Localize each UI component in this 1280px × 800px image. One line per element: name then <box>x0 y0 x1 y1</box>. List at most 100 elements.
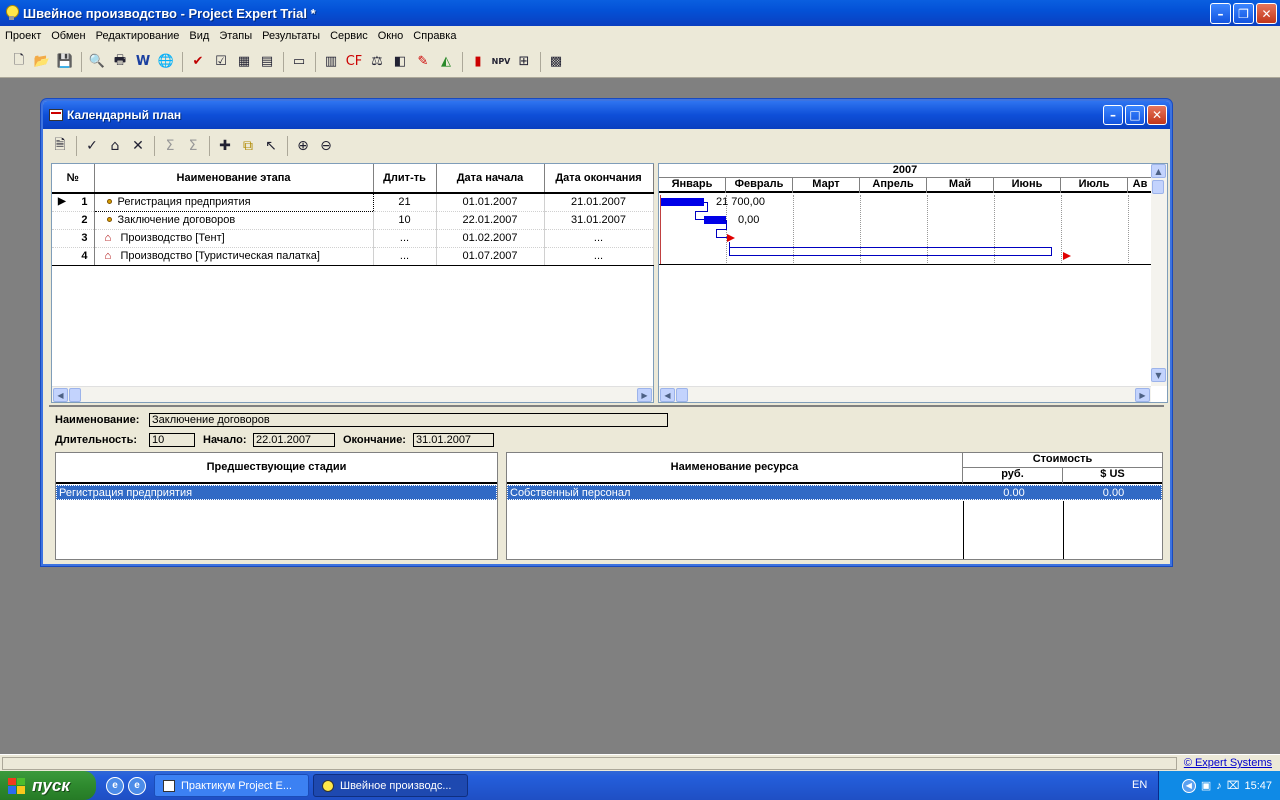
milestone-arrow-icon[interactable] <box>1063 252 1071 260</box>
link-stages-icon[interactable]: ⧉ <box>237 135 259 157</box>
end-date-cell[interactable]: 31.01.2007 <box>544 211 654 230</box>
clock[interactable]: 15:47 <box>1244 780 1272 792</box>
volume-icon[interactable]: ♪ <box>1216 780 1222 792</box>
resource-name-cell[interactable]: Собственный персонал <box>510 486 630 500</box>
pointer-icon[interactable]: ↖ <box>260 135 282 157</box>
analysis-icon[interactable]: ⊞ <box>513 51 535 73</box>
zoom-out-icon[interactable]: ⊖ <box>315 135 337 157</box>
sum-left-icon[interactable]: Σ <box>159 135 181 157</box>
start-date-cell[interactable]: 01.02.2007 <box>436 229 545 248</box>
restore-button[interactable]: ❐ <box>1233 3 1254 24</box>
stage-name-cell[interactable]: Заключение договоров <box>94 211 374 230</box>
scroll-thumb[interactable] <box>676 388 688 402</box>
scroll-down-icon[interactable]: ▼ <box>1151 368 1166 382</box>
menu-service[interactable]: Сервис <box>325 30 373 42</box>
calendar-plan-icon[interactable]: ▦ <box>233 51 255 73</box>
gantt-horizontal-scrollbar[interactable]: ◀ ▶ <box>659 386 1151 402</box>
menu-exchange[interactable]: Обмен <box>46 30 90 42</box>
chart-doc-icon[interactable]: ◧ <box>389 51 411 73</box>
table-icon[interactable]: ▭ <box>288 51 310 73</box>
duration-cell[interactable]: 10 <box>373 211 437 230</box>
accept-check-icon[interactable]: ✓ <box>81 135 103 157</box>
duration-field[interactable]: 10 <box>149 433 195 447</box>
internet-explorer-icon[interactable]: e <box>106 776 124 795</box>
table-row[interactable]: 4 ⌂ Производство [Туристическая палатка] … <box>52 247 654 266</box>
cash-flow-icon[interactable]: CF <box>343 51 365 73</box>
notes-icon[interactable]: ▤ <box>256 51 278 73</box>
print-icon[interactable]: 🖶 <box>109 51 131 73</box>
duration-cell[interactable]: ... <box>373 229 437 248</box>
menu-results[interactable]: Результаты <box>257 30 325 42</box>
resources-table[interactable]: Наименование ресурса Стоимость руб. $ US… <box>506 452 1163 560</box>
col-number-header[interactable]: № <box>52 164 95 194</box>
menu-window[interactable]: Окно <box>373 30 409 42</box>
save-icon[interactable]: 💾 <box>54 51 76 73</box>
duration-cell[interactable]: 21 <box>373 193 437 212</box>
menu-view[interactable]: Вид <box>184 30 214 42</box>
end-field[interactable]: 31.01.2007 <box>413 433 494 447</box>
print-preview-icon[interactable]: 🔍 <box>86 51 108 73</box>
taskbar-item-word[interactable]: Практикум Project E... <box>154 774 309 797</box>
child-minimize-button[interactable]: – <box>1103 105 1123 125</box>
child-close-button[interactable]: ✕ <box>1147 105 1167 125</box>
calculator-icon[interactable]: ▩ <box>545 51 567 73</box>
tray-expand-icon[interactable]: ◀ <box>1181 778 1196 793</box>
scroll-up-icon[interactable]: ▲ <box>1151 164 1166 178</box>
edit-doc-icon[interactable]: 🗎 <box>49 135 71 157</box>
duration-cell[interactable]: ... <box>373 247 437 266</box>
menu-edit[interactable]: Редактирование <box>91 30 185 42</box>
table-row[interactable]: 3 ⌂ Производство [Тент] ... 01.02.2007 ..… <box>52 229 654 248</box>
start-date-cell[interactable]: 22.01.2007 <box>436 211 545 230</box>
list-item[interactable]: Регистрация предприятия <box>56 485 497 500</box>
start-date-cell[interactable]: 01.01.2007 <box>436 193 545 212</box>
stage-name-cell[interactable]: ⌂ Производство [Туристическая палатка] <box>94 247 374 266</box>
checkmark-icon[interactable]: ✔ <box>187 51 209 73</box>
col-name-header[interactable]: Наименование этапа <box>94 164 374 194</box>
end-date-cell[interactable]: ... <box>544 247 654 266</box>
gantt-vertical-scrollbar[interactable]: ▲ ▼ <box>1151 164 1167 386</box>
rub-cell[interactable]: 0.00 <box>964 486 1064 500</box>
zoom-in-icon[interactable]: ⊕ <box>292 135 314 157</box>
col-end-header[interactable]: Дата окончания <box>544 164 654 194</box>
scroll-thumb[interactable] <box>1152 180 1164 194</box>
name-field[interactable]: Заключение договоров <box>149 413 668 427</box>
end-date-cell[interactable]: 21.01.2007 <box>544 193 654 212</box>
pencil-chart-icon[interactable]: ✎ <box>412 51 434 73</box>
ie-secondary-icon[interactable]: e <box>128 776 146 795</box>
scroll-left-icon[interactable]: ◀ <box>660 388 675 402</box>
col-duration-header[interactable]: Длит-ть <box>373 164 437 194</box>
scroll-right-icon[interactable]: ▶ <box>1135 388 1150 402</box>
scroll-thumb[interactable] <box>69 388 81 402</box>
app-title-bar[interactable]: Швейное производство - Project Expert Tr… <box>0 0 1280 26</box>
end-date-cell[interactable]: ... <box>544 229 654 248</box>
stage-name-cell[interactable]: ⌂ Производство [Тент] <box>94 229 374 248</box>
expert-systems-link[interactable]: © Expert Systems <box>1184 757 1272 769</box>
npv-pi-icon[interactable]: NPV <box>490 51 512 73</box>
area-chart-icon[interactable]: ◭ <box>435 51 457 73</box>
menu-project[interactable]: Проект <box>0 30 46 42</box>
start-button[interactable]: пуск <box>0 771 96 800</box>
menu-stages[interactable]: Этапы <box>214 30 257 42</box>
grid-horizontal-scrollbar[interactable]: ◀ ▶ <box>52 386 653 402</box>
safe-remove-icon[interactable]: ⌧ <box>1227 779 1240 792</box>
stage-name-cell[interactable]: Регистрация предприятия <box>93 192 374 212</box>
report-icon[interactable]: ▥ <box>320 51 342 73</box>
milestone-arrow-icon[interactable] <box>727 234 735 242</box>
scroll-right-icon[interactable]: ▶ <box>637 388 652 402</box>
predecessors-list[interactable]: Предшествующие стадии Регистрация предпр… <box>55 452 498 560</box>
bar-chart-icon[interactable]: ▮ <box>467 51 489 73</box>
web-export-icon[interactable]: 🌐 <box>155 51 177 73</box>
stage-bar-1[interactable] <box>661 198 704 206</box>
scroll-left-icon[interactable]: ◀ <box>53 388 68 402</box>
child-maximize-button[interactable]: □ <box>1125 105 1145 125</box>
add-stage-icon[interactable]: ✚ <box>214 135 236 157</box>
minimize-button[interactable]: – <box>1210 3 1231 24</box>
factory-add-icon[interactable]: ⌂ <box>104 135 126 157</box>
taskbar-item-project-expert[interactable]: Швейное производс... <box>313 774 468 797</box>
network-icon[interactable]: ▣ <box>1201 779 1211 792</box>
close-button[interactable]: ✕ <box>1256 3 1277 24</box>
start-field[interactable]: 22.01.2007 <box>253 433 335 447</box>
table-row[interactable]: 2 Заключение договоров 10 22.01.2007 31.… <box>52 211 654 230</box>
new-file-icon[interactable]: 🗋 <box>8 51 30 73</box>
col-start-header[interactable]: Дата начала <box>436 164 545 194</box>
